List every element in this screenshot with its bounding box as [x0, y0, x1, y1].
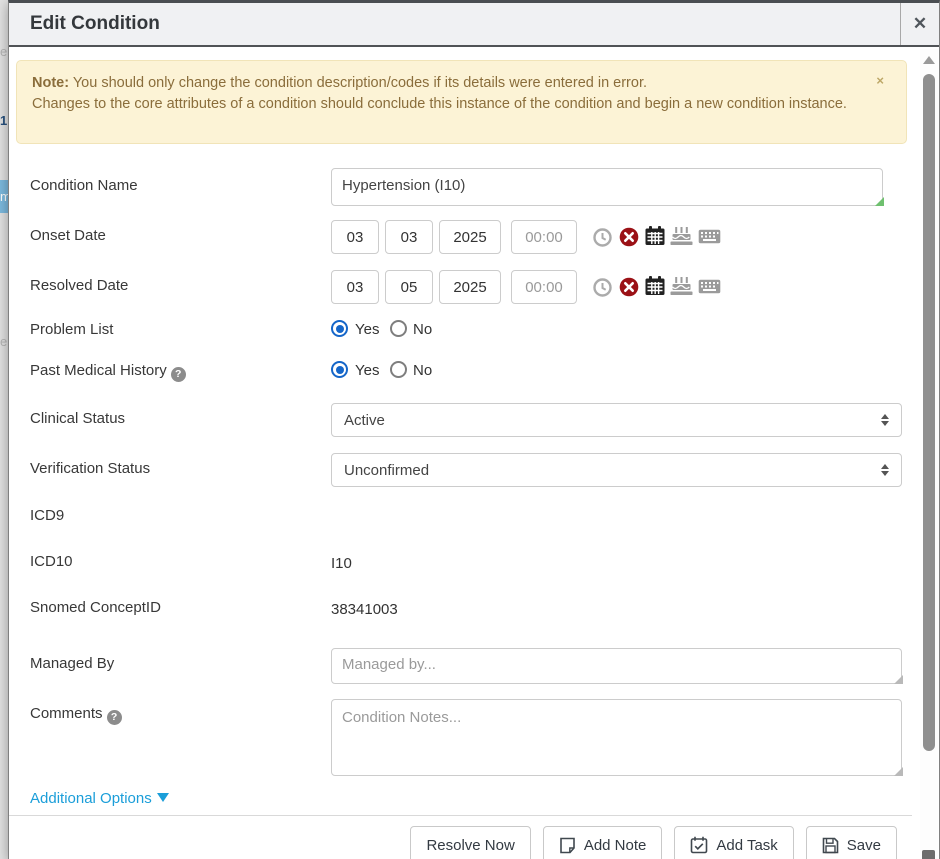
- verification-status-value: Unconfirmed: [344, 462, 429, 479]
- clear-date-icon[interactable]: [619, 277, 639, 297]
- onset-time-input[interactable]: [511, 220, 577, 254]
- modal-close-button[interactable]: ✕: [900, 3, 939, 45]
- footer-actions: Resolve Now Add Note Add Task Save: [410, 826, 897, 859]
- additional-options-link[interactable]: Additional Options: [30, 790, 169, 807]
- icd9-label: ICD9: [30, 507, 64, 524]
- resolved-time-input[interactable]: [511, 270, 577, 304]
- verification-status-select[interactable]: Unconfirmed: [331, 453, 902, 487]
- scrollbar-down-icon[interactable]: [922, 850, 935, 859]
- chevron-down-icon: [157, 793, 169, 802]
- note-text-line2: Changes to the core attributes of a cond…: [32, 96, 847, 112]
- managed-by-label: Managed By: [30, 655, 114, 672]
- note-alert: Note: You should only change the conditi…: [16, 60, 907, 144]
- footer-divider: [9, 815, 912, 816]
- note-icon: [559, 837, 576, 854]
- condition-name-input[interactable]: Hypertension (I10): [331, 168, 883, 206]
- calendar-check-icon: [690, 836, 708, 854]
- clinical-status-select[interactable]: Active: [331, 403, 902, 437]
- problem-list-no-label[interactable]: No: [413, 321, 432, 338]
- calendar-icon[interactable]: [645, 225, 665, 246]
- problem-list-yes-radio[interactable]: [331, 320, 348, 337]
- add-note-button[interactable]: Add Note: [543, 826, 663, 859]
- keyboard-icon[interactable]: [698, 229, 721, 244]
- birthday-cake-icon[interactable]: [670, 226, 693, 246]
- keyboard-icon[interactable]: [698, 279, 721, 294]
- clock-icon[interactable]: [593, 278, 612, 297]
- clock-icon[interactable]: [593, 228, 612, 247]
- problem-list-label: Problem List: [30, 321, 113, 338]
- snomed-conceptid-value: 38341003: [331, 601, 398, 618]
- comments-input[interactable]: [331, 699, 902, 776]
- onset-month-input[interactable]: [331, 220, 379, 254]
- background-blue-button-fragment: m: [0, 180, 8, 213]
- birthday-cake-icon[interactable]: [670, 276, 693, 296]
- onset-date-label: Onset Date: [30, 227, 106, 244]
- modal-header: Edit Condition ✕: [9, 3, 939, 47]
- icd10-label: ICD10: [30, 553, 73, 570]
- clinical-status-value: Active: [344, 412, 385, 429]
- managed-by-input[interactable]: [331, 648, 902, 684]
- background-text-fragment: 1: [0, 113, 7, 128]
- icd10-value: I10: [331, 555, 352, 572]
- background-page-edge: e 1 m e: [0, 0, 8, 859]
- calendar-icon[interactable]: [645, 275, 665, 296]
- pmh-no-label[interactable]: No: [413, 362, 432, 379]
- help-icon[interactable]: ?: [107, 710, 122, 725]
- add-task-button[interactable]: Add Task: [674, 826, 793, 859]
- clinical-status-label: Clinical Status: [30, 410, 125, 427]
- pmh-yes-label[interactable]: Yes: [355, 362, 379, 379]
- edit-condition-modal: Edit Condition ✕ Note: You should only c…: [8, 0, 940, 859]
- onset-year-input[interactable]: [439, 220, 501, 254]
- select-arrows-icon: [881, 414, 889, 426]
- scrollbar-up-icon[interactable]: [923, 56, 935, 64]
- resolved-date-label: Resolved Date: [30, 277, 128, 294]
- problem-list-no-radio[interactable]: [390, 320, 407, 337]
- resolved-year-input[interactable]: [439, 270, 501, 304]
- snomed-conceptid-label: Snomed ConceptID: [30, 599, 161, 616]
- clear-date-icon[interactable]: [619, 227, 639, 247]
- resolve-now-button[interactable]: Resolve Now: [410, 826, 530, 859]
- modal-body: Note: You should only change the conditi…: [9, 49, 939, 859]
- resolved-day-input[interactable]: [385, 270, 433, 304]
- background-text-fragment: e: [0, 334, 7, 349]
- pmh-no-radio[interactable]: [390, 361, 407, 378]
- select-arrows-icon: [881, 464, 889, 476]
- resolved-month-input[interactable]: [331, 270, 379, 304]
- note-dismiss-icon[interactable]: ×: [876, 74, 884, 87]
- onset-day-input[interactable]: [385, 220, 433, 254]
- save-icon: [822, 837, 839, 854]
- condition-name-label: Condition Name: [30, 177, 138, 194]
- background-text-fragment: e: [0, 44, 7, 59]
- verification-status-label: Verification Status: [30, 460, 150, 477]
- help-icon[interactable]: ?: [171, 367, 186, 382]
- comments-label: Comments?: [30, 705, 122, 725]
- close-icon: ✕: [913, 14, 927, 34]
- pmh-yes-radio[interactable]: [331, 361, 348, 378]
- note-text-line1: Note: You should only change the conditi…: [32, 75, 647, 91]
- save-button[interactable]: Save: [806, 826, 897, 859]
- past-medical-history-label: Past Medical History?: [30, 362, 186, 382]
- modal-title: Edit Condition: [30, 13, 160, 35]
- scrollbar-thumb[interactable]: [923, 74, 935, 751]
- scrollbar[interactable]: [920, 49, 938, 859]
- problem-list-yes-label[interactable]: Yes: [355, 321, 379, 338]
